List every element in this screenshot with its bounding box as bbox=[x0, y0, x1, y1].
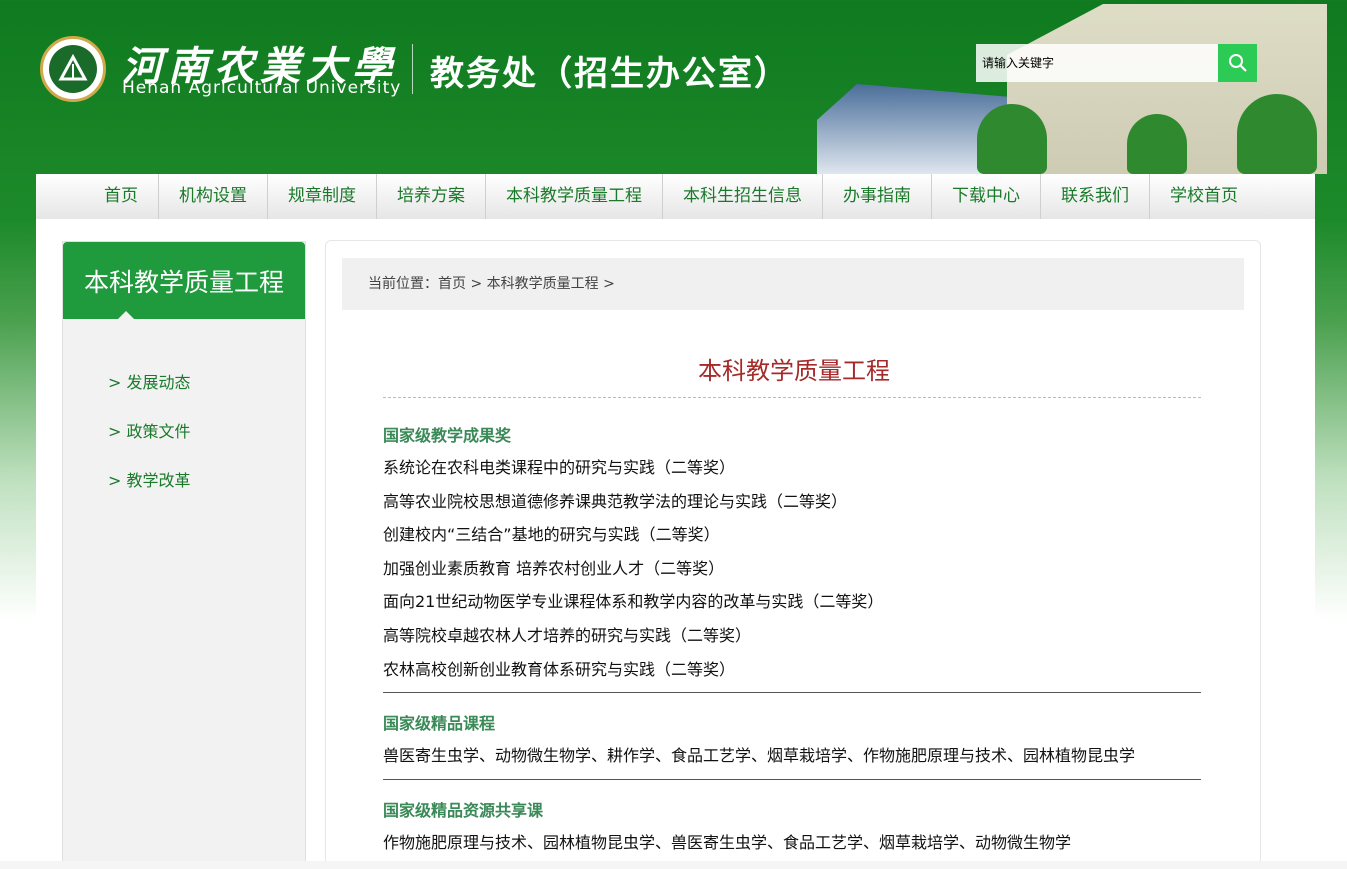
list-item[interactable]: 高等院校卓越农林人才培养的研究与实践（二等奖） bbox=[383, 619, 1201, 653]
nav-item-guide[interactable]: 办事指南 bbox=[823, 174, 932, 219]
section-title: 国家级精品资源共享课 bbox=[383, 800, 544, 820]
section-title: 国家级教学成果奖 bbox=[383, 426, 512, 445]
section-quality-courses: 国家级精品课程 兽医寄生虫学、动物微生物学、耕作学、食品工艺学、烟草栽培学、作物… bbox=[383, 709, 1201, 780]
list-item[interactable]: 面向21世纪动物医学专业课程体系和教学内容的改革与实践（二等奖） bbox=[383, 585, 1201, 619]
section-shared-resource-courses: 国家级精品资源共享课 作物施肥原理与技术、园林植物昆虫学、兽医寄生虫学、食品工艺… bbox=[383, 796, 1201, 866]
search-button[interactable] bbox=[1218, 44, 1257, 82]
tree-decoration bbox=[977, 104, 1047, 174]
section-teaching-awards: 国家级教学成果奖 系统论在农科电类课程中的研究与实践（二等奖） 高等农业院校思想… bbox=[383, 421, 1201, 694]
sidebar-item-policy[interactable]: > 政策文件 bbox=[63, 420, 305, 469]
sidebar-list: > 发展动态 > 政策文件 > 教学改革 bbox=[63, 319, 305, 518]
nav-item-quality-project[interactable]: 本科教学质量工程 bbox=[486, 174, 663, 219]
nav-item-contact[interactable]: 联系我们 bbox=[1041, 174, 1150, 219]
list-item[interactable]: 创建校内“三结合”基地的研究与实践（二等奖） bbox=[383, 518, 1201, 552]
list-item[interactable]: 高等农业院校思想道德修养课典范教学法的理论与实践（二等奖） bbox=[383, 485, 1201, 519]
breadcrumb: 当前位置：首页 > 本科教学质量工程 > bbox=[342, 258, 1244, 310]
department-name: 教务处（招生办公室） bbox=[430, 54, 790, 94]
sidebar-item-reform[interactable]: > 教学改革 bbox=[63, 469, 305, 518]
window-bottom-edge bbox=[0, 861, 1347, 869]
nav-item-admissions[interactable]: 本科生招生信息 bbox=[663, 174, 823, 219]
page-header: 河南农業大學 Henan Agricultural University 教务处… bbox=[0, 0, 1347, 174]
page-title: 本科教学质量工程 bbox=[698, 357, 890, 385]
sidebar-item-news[interactable]: > 发展动态 bbox=[63, 371, 305, 420]
sidebar-title: 本科教学质量工程 bbox=[63, 242, 305, 320]
university-logo[interactable] bbox=[40, 36, 106, 102]
list-item[interactable]: 兽医寄生虫学、动物微生物学、耕作学、食品工艺学、烟草栽培学、作物施肥原理与技术、… bbox=[383, 739, 1201, 773]
content-sections: 国家级教学成果奖 系统论在农科电类课程中的研究与实践（二等奖） 高等农业院校思想… bbox=[383, 421, 1201, 869]
main-nav: 首页 机构设置 规章制度 培养方案 本科教学质量工程 本科生招生信息 办事指南 … bbox=[36, 174, 1315, 219]
nav-item-home[interactable]: 首页 bbox=[84, 174, 159, 219]
nav-item-downloads[interactable]: 下载中心 bbox=[932, 174, 1041, 219]
magnifier-icon bbox=[1228, 54, 1247, 72]
tree-decoration bbox=[1237, 94, 1317, 174]
search-input[interactable] bbox=[976, 44, 1218, 82]
tree-decoration bbox=[1127, 114, 1187, 174]
header-divider bbox=[412, 44, 413, 94]
list-item[interactable]: 作物施肥原理与技术、园林植物昆虫学、兽医寄生虫学、食品工艺学、烟草栽培学、动物微… bbox=[383, 826, 1201, 860]
nav-item-training-plan[interactable]: 培养方案 bbox=[377, 174, 486, 219]
university-name-en: Henan Agricultural University bbox=[122, 78, 402, 98]
content-panel: 当前位置：首页 > 本科教学质量工程 > 本科教学质量工程 国家级教学成果奖 系… bbox=[325, 240, 1261, 869]
nav-item-organization[interactable]: 机构设置 bbox=[159, 174, 268, 219]
list-item[interactable]: 农林高校创新创业教育体系研究与实践（二等奖） bbox=[383, 653, 1201, 687]
nav-item-regulations[interactable]: 规章制度 bbox=[268, 174, 377, 219]
list-item[interactable]: 系统论在农科电类课程中的研究与实践（二等奖） bbox=[383, 451, 1201, 485]
title-divider bbox=[383, 397, 1201, 398]
nav-item-school-home[interactable]: 学校首页 bbox=[1150, 174, 1258, 219]
section-title: 国家级精品课程 bbox=[383, 714, 496, 734]
logo-emblem-icon bbox=[49, 45, 97, 93]
sidebar: 本科教学质量工程 > 发展动态 > 政策文件 > 教学改革 bbox=[62, 241, 306, 869]
list-item[interactable]: 加强创业素质教育 培养农村创业人才（二等奖） bbox=[383, 552, 1201, 586]
